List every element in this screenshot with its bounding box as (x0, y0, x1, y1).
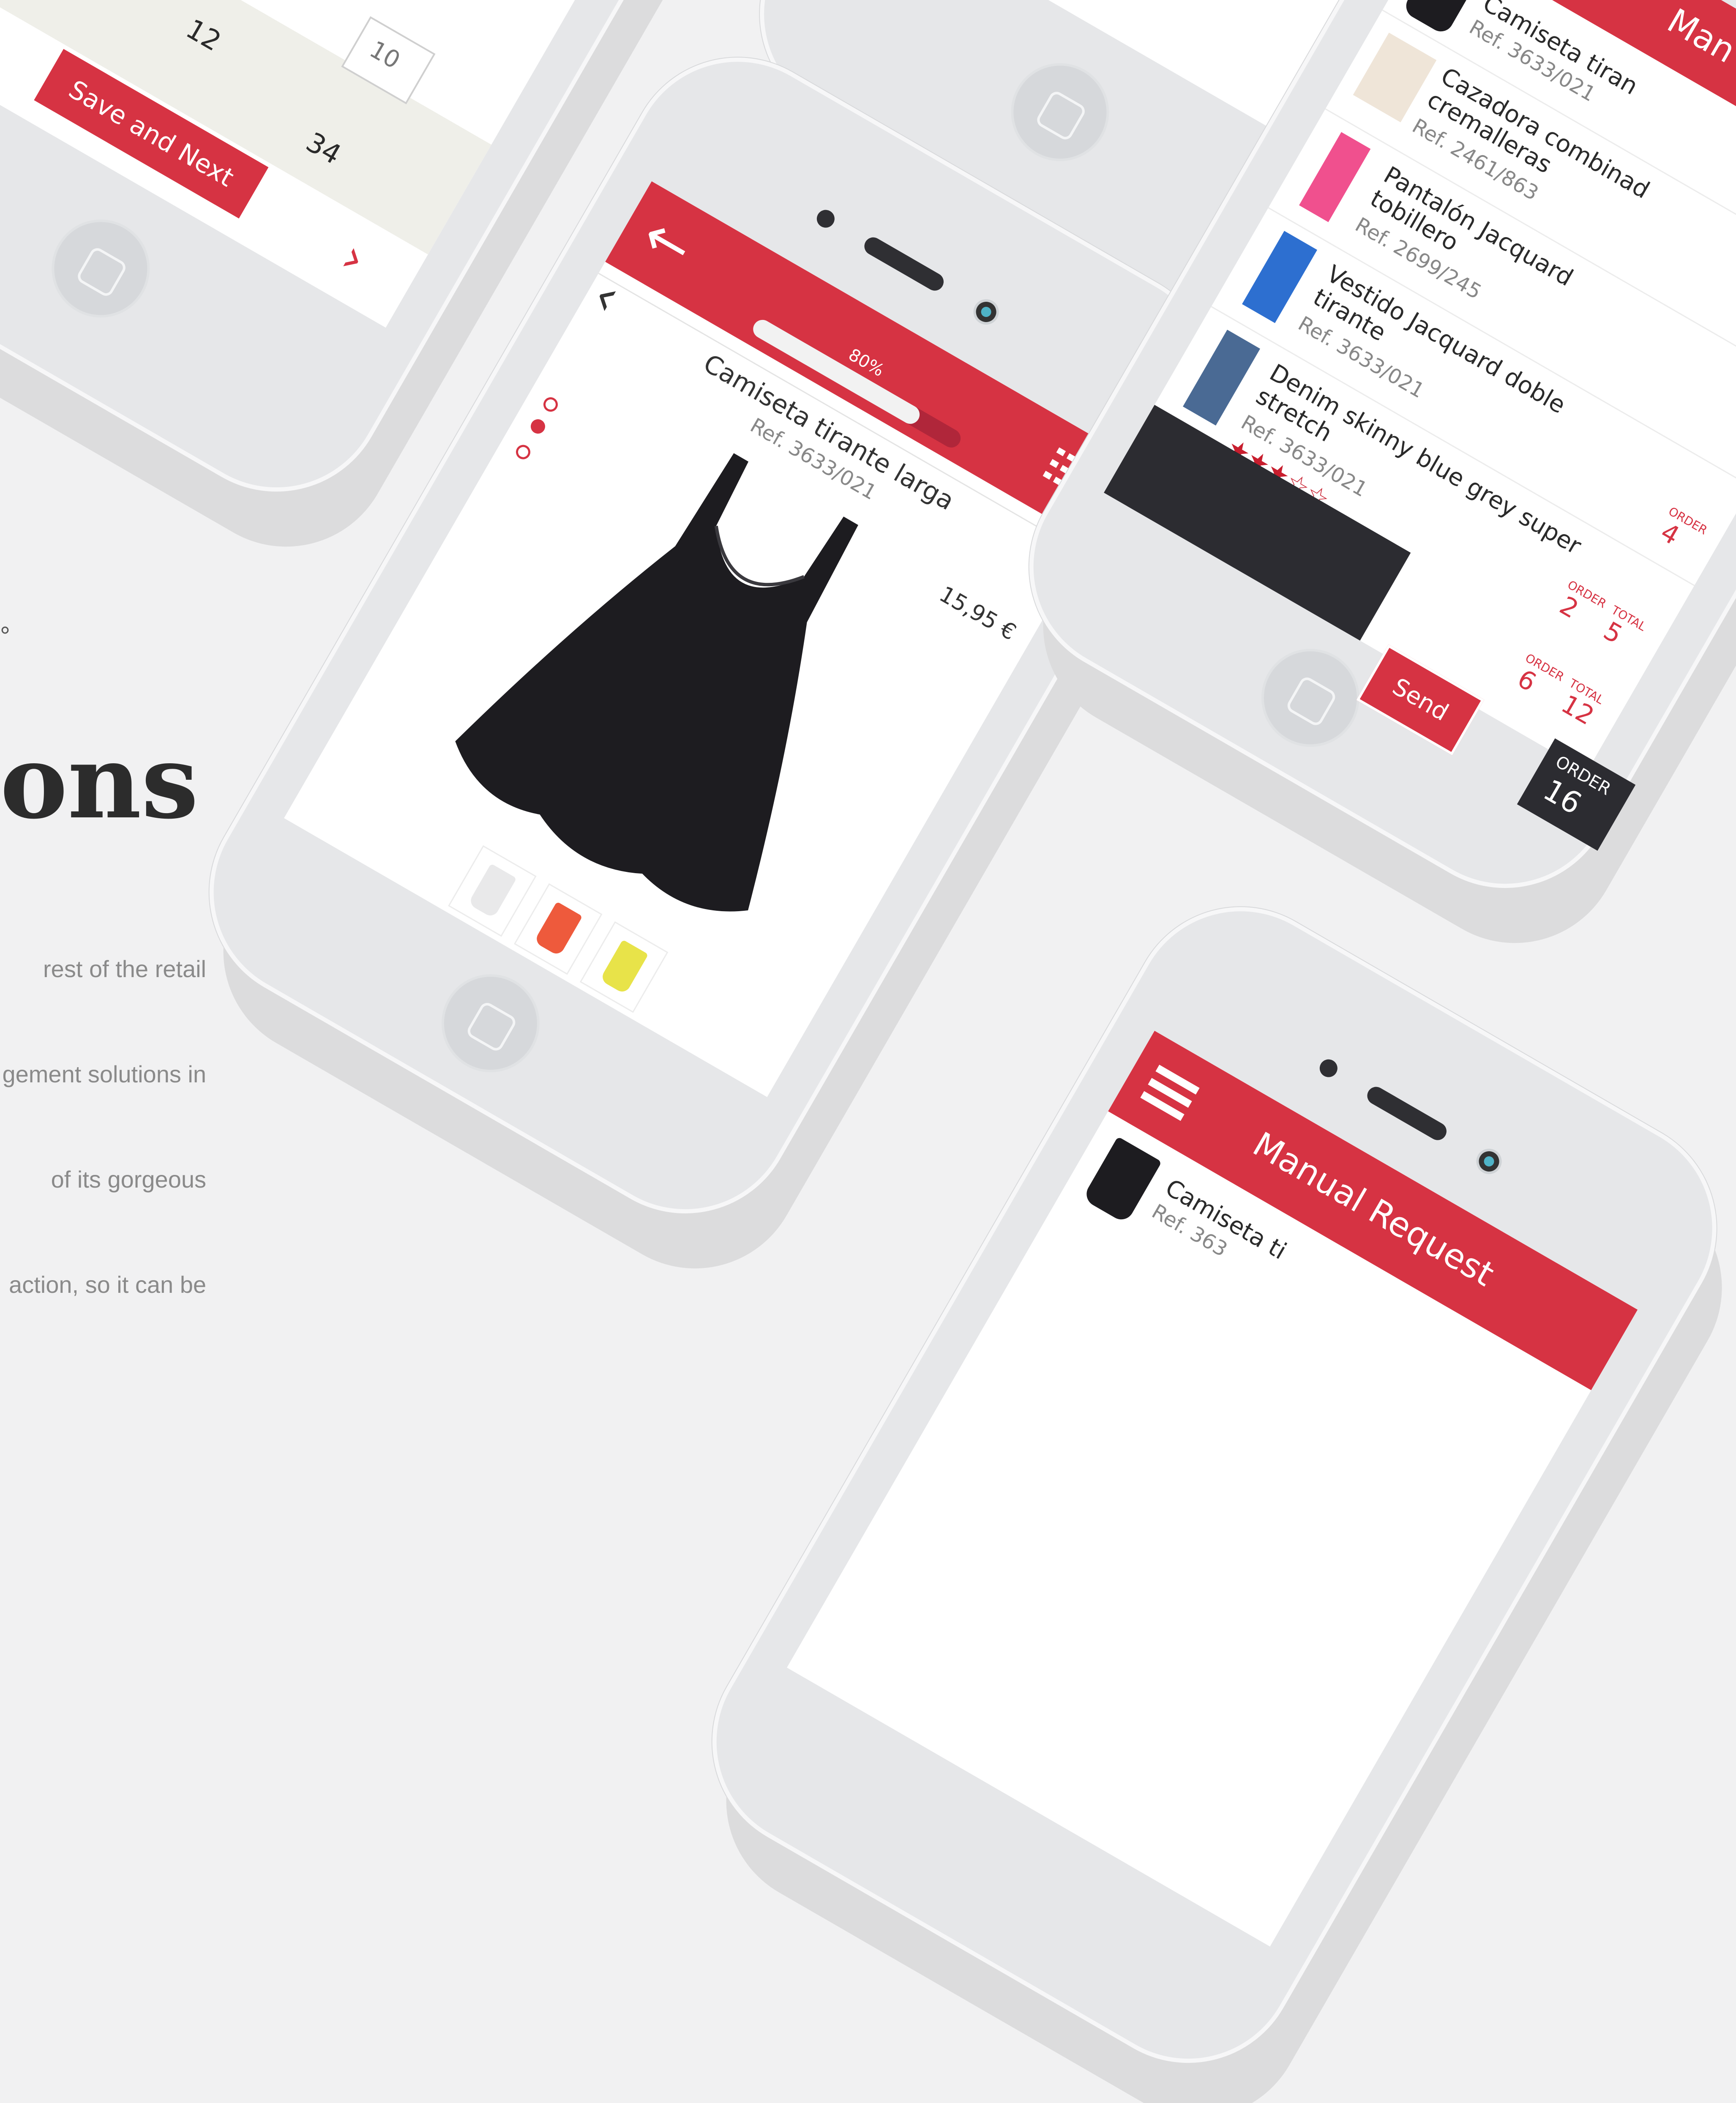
size-table (0, 0, 491, 255)
home-button[interactable] (423, 956, 558, 1090)
speaker-grille (1364, 1083, 1450, 1144)
pager-dot-active[interactable] (528, 416, 548, 437)
home-button[interactable] (993, 45, 1127, 179)
thumbnail-orange[interactable] (514, 883, 603, 975)
section-body: rest of the retail gement solutions in o… (0, 881, 206, 1337)
image-pager (502, 393, 562, 476)
body-line: rest of the retail (43, 956, 206, 982)
front-camera (969, 295, 1004, 330)
thumbnail-garment (599, 940, 649, 995)
body-line: action, so it can be (9, 1271, 206, 1298)
product-price: 15,95 € (935, 581, 1021, 646)
chevron-right-icon[interactable]: › (333, 229, 376, 286)
send-label: Send (1387, 673, 1453, 726)
thumbnail-garment (468, 863, 517, 919)
home-button[interactable] (33, 201, 168, 336)
pager-dot[interactable] (540, 394, 561, 415)
superscript-mark: ° (0, 622, 10, 650)
item-thumbnail (1082, 1136, 1162, 1224)
body-line: gement solutions in (2, 1061, 206, 1087)
home-square-icon (1034, 89, 1088, 142)
proximity-sensor (1316, 1056, 1341, 1081)
speaker-grille (861, 234, 947, 294)
item-thumbnail (1242, 231, 1317, 323)
body-line: of its gorgeous (51, 1166, 206, 1193)
home-square-icon (75, 245, 128, 299)
thumbnail-white[interactable] (448, 845, 537, 937)
front-camera (1471, 1144, 1507, 1179)
thumbnail-yellow[interactable] (579, 921, 669, 1013)
item-thumbnail (1299, 132, 1371, 222)
proximity-sensor (813, 206, 838, 231)
pager-dot[interactable] (513, 442, 533, 462)
section-heading: ons (0, 722, 199, 841)
home-square-icon (1285, 675, 1338, 728)
thumbnail-garment (533, 901, 583, 957)
phone-screen: Manual Request Camiseta ti Ref. 363 (787, 1030, 1638, 1947)
home-square-icon (465, 1000, 518, 1054)
